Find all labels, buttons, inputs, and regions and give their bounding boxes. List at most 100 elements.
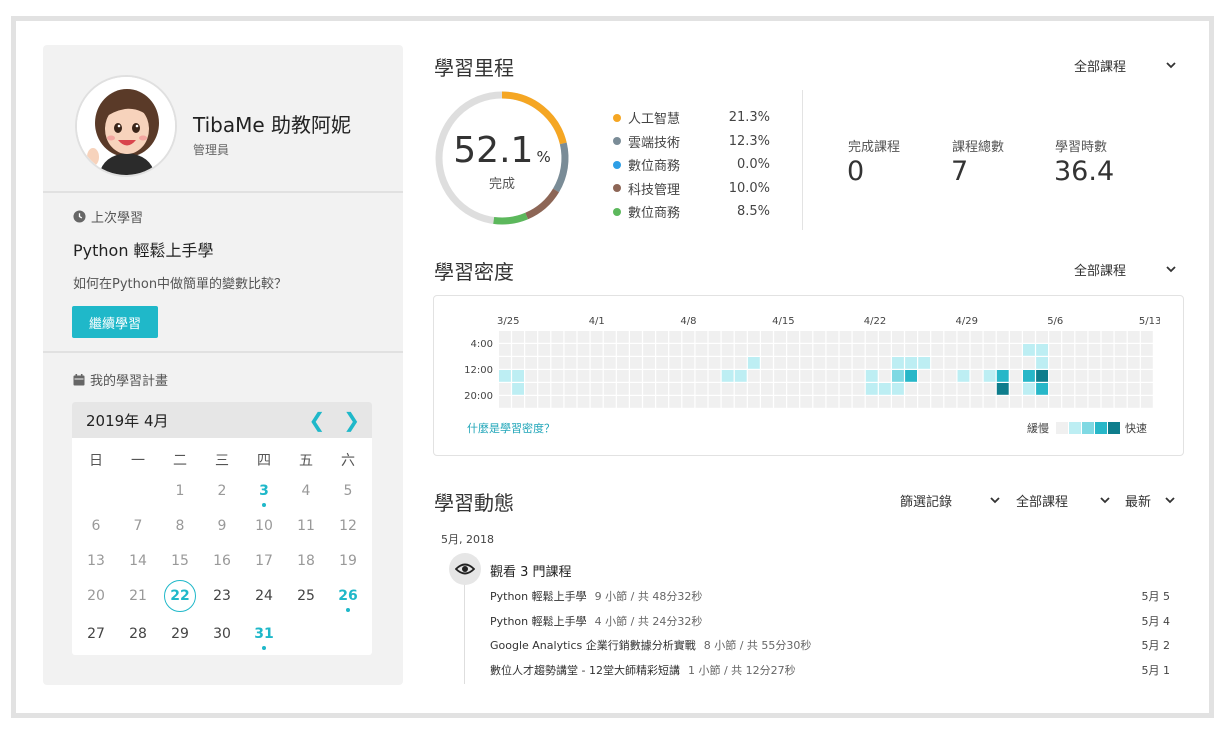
heatmap-cell — [1036, 383, 1048, 395]
activity-group-title: 觀看 3 門課程 — [490, 565, 572, 580]
heatmap-cell — [603, 331, 616, 343]
heatmap-cell — [643, 370, 655, 382]
calendar-day[interactable]: 18 — [286, 553, 326, 569]
calendar-day[interactable]: 30 — [202, 626, 242, 642]
heatmap-cell — [656, 344, 669, 356]
heatmap-cell — [826, 383, 839, 395]
calendar-day[interactable]: 19 — [328, 553, 368, 569]
heatmap-cell — [1075, 396, 1088, 408]
progress-filter-dropdown[interactable]: 全部課程 — [1074, 56, 1178, 75]
heatmap-cell — [721, 370, 734, 382]
calendar-day[interactable]: 27 — [76, 626, 116, 642]
activity-course: 數位人才趨勢講堂 - 12堂大師精彩短講 — [490, 664, 680, 677]
calendar-day[interactable]: 20 — [76, 588, 116, 604]
calendar-weekday: 三 — [215, 453, 229, 469]
heatmap-cell — [1114, 370, 1127, 382]
heatmap-cell — [721, 396, 734, 408]
heatmap-cell — [839, 344, 852, 356]
calendar-day[interactable]: 26 — [328, 588, 368, 612]
heatmap-cell — [577, 331, 590, 343]
heatmap-cell — [630, 383, 642, 395]
heatmap-cell — [761, 331, 773, 343]
heatmap-cell — [761, 396, 773, 408]
heatmap-cell — [682, 396, 695, 408]
heatmap-cell — [499, 383, 511, 395]
progress-complete-label: 完成 — [488, 177, 515, 192]
continue-learning-button[interactable]: 繼續學習 — [72, 306, 158, 338]
legend-label: 數位商務 — [628, 206, 681, 222]
chevron-left-icon[interactable]: ❮ — [308, 410, 325, 430]
calendar-month-title: 2019年 4月 — [86, 411, 169, 430]
progress-center: 52.1% — [432, 130, 572, 171]
heatmap-date-label: 4/22 — [864, 316, 886, 327]
chevron-right-icon[interactable]: ❯ — [343, 410, 360, 430]
heatmap-cell — [708, 357, 721, 369]
heatmap-cell — [774, 383, 786, 395]
activity-records-filter[interactable]: 篩選記錄 — [900, 491, 1004, 510]
progress-ring-segment — [525, 188, 560, 220]
heatmap-cell — [865, 331, 878, 343]
heatmap-cell — [512, 331, 524, 343]
heatmap-cell — [1062, 383, 1075, 395]
last-course-title[interactable]: Python 輕鬆上手學 — [73, 237, 214, 261]
activity-course-filter[interactable]: 全部課程 — [1016, 491, 1116, 510]
legend-dot-icon — [613, 137, 621, 146]
heatmap-cell — [787, 357, 800, 369]
heatmap-cell — [1140, 344, 1153, 356]
heatmap-cell — [996, 357, 1009, 369]
calendar-day[interactable]: 17 — [244, 553, 284, 569]
heatmap-cell — [944, 383, 957, 395]
density-help-link[interactable]: 什麼是學習密度？ — [467, 420, 555, 436]
activity-item[interactable]: Google Analytics 企業行銷數據分析實戰 8 小節 / 共 55分3… — [490, 637, 1170, 653]
heatmap-cell — [721, 357, 734, 369]
activity-item[interactable]: Python 輕鬆上手學 9 小節 / 共 48分32秒 5月 5 — [490, 588, 1170, 604]
activity-sort-dropdown[interactable]: 最新 — [1125, 491, 1179, 510]
heatmap-cell — [643, 357, 655, 369]
legend-item: 人工智慧 21.3% — [613, 106, 773, 130]
heatmap-cell — [747, 396, 760, 408]
heatmap-cell — [931, 357, 944, 369]
activity-item[interactable]: Python 輕鬆上手學 4 小節 / 共 24分32秒 5月 4 — [490, 613, 1170, 629]
density-filter-dropdown[interactable]: 全部課程 — [1074, 260, 1178, 279]
heatmap-cell — [1062, 344, 1075, 356]
density-scale-swatches — [1055, 422, 1120, 434]
calendar-day[interactable]: 29 — [160, 626, 200, 642]
calendar-day[interactable]: 31 — [244, 626, 284, 650]
calendar-day[interactable]: 11 — [286, 518, 326, 534]
calendar-day[interactable]: 2 — [202, 483, 242, 499]
calendar-day[interactable]: 7 — [118, 518, 158, 534]
heatmap-cell — [1088, 357, 1101, 369]
calendar-day[interactable]: 1 — [160, 483, 200, 499]
heatmap-cell — [957, 331, 970, 343]
calendar-day[interactable]: 13 — [76, 553, 116, 569]
calendar-day[interactable]: 6 — [76, 518, 116, 534]
calendar-day[interactable]: 16 — [202, 553, 242, 569]
heatmap-cell — [852, 357, 865, 369]
calendar-day[interactable]: 28 — [118, 626, 158, 642]
heatmap-cell — [577, 344, 590, 356]
heatmap-cell — [1075, 370, 1088, 382]
last-lesson-title[interactable]: 如何在Python中做簡單的變數比較？ — [73, 273, 287, 292]
heatmap-cell — [1114, 383, 1127, 395]
heatmap-cell — [970, 331, 983, 343]
density-slow-label: 緩慢 — [1027, 422, 1049, 435]
heatmap-cell — [708, 370, 721, 382]
calendar-day[interactable]: 8 — [160, 518, 200, 534]
heatmap-cell — [878, 331, 891, 343]
density-scale-swatch — [1108, 422, 1120, 434]
calendar-day[interactable]: 25 — [286, 588, 326, 604]
calendar-day[interactable]: 10 — [244, 518, 284, 534]
calendar-day[interactable]: 23 — [202, 588, 242, 604]
stats-divider — [802, 90, 803, 230]
calendar-day[interactable]: 3 — [244, 483, 284, 507]
heatmap-cell — [734, 396, 747, 408]
calendar-day[interactable]: 4 — [286, 483, 326, 499]
calendar-day[interactable]: 9 — [202, 518, 242, 534]
calendar-day[interactable]: 15 — [160, 553, 200, 569]
calendar-day[interactable]: 21 — [118, 588, 158, 604]
calendar-day[interactable]: 12 — [328, 518, 368, 534]
calendar-day[interactable]: 5 — [328, 483, 368, 499]
calendar-day[interactable]: 24 — [244, 588, 284, 604]
activity-item[interactable]: 數位人才趨勢講堂 - 12堂大師精彩短講 1 小節 / 共 12分27秒 5月 1 — [490, 662, 1170, 678]
calendar-day[interactable]: 14 — [118, 553, 158, 569]
